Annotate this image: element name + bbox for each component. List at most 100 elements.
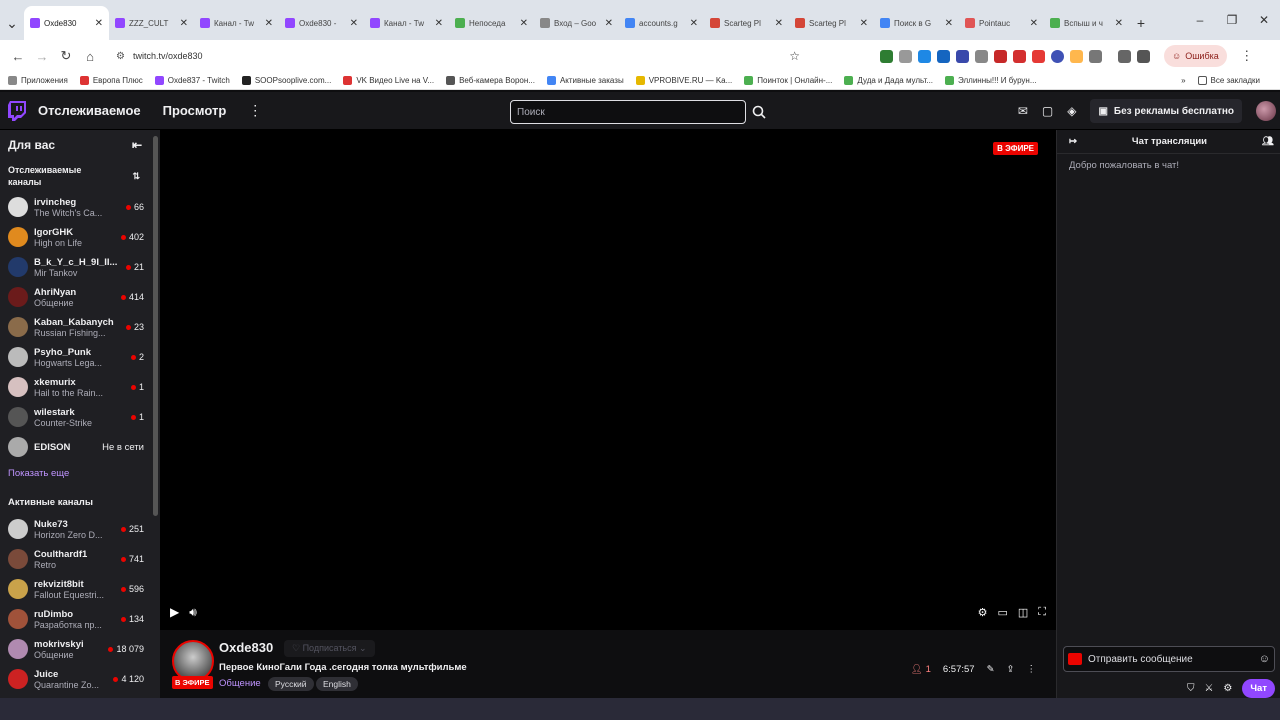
- bookmark-item[interactable]: SOOPsooplive.com...: [241, 76, 331, 85]
- bookmark-item[interactable]: VPROBIVE.RU — Ka...: [635, 76, 732, 85]
- tag-english[interactable]: English: [316, 677, 358, 691]
- channel-item[interactable]: rekvizit8bit Fallout Equestri... 596: [0, 574, 152, 604]
- close-tab-icon[interactable]: ✕: [775, 18, 783, 29]
- site-info-icon[interactable]: ⚙: [116, 51, 125, 62]
- sort-icon[interactable]: ⇅: [132, 171, 140, 182]
- channel-item[interactable]: ruDimbo Разработка пр... 134: [0, 604, 152, 634]
- search-button[interactable]: [748, 100, 770, 124]
- browser-menu-icon[interactable]: ⋮: [1235, 48, 1259, 64]
- collapse-sidebar-icon[interactable]: ⇤: [132, 138, 142, 152]
- share-icon[interactable]: ⇪: [1007, 664, 1015, 675]
- browser-tab[interactable]: Scarteg Pl ✕: [789, 6, 874, 40]
- chat-send-button[interactable]: Чат: [1242, 678, 1275, 698]
- bookmark-item[interactable]: Дуда и Дада мульт...: [844, 76, 933, 85]
- extension-icon[interactable]: [1013, 49, 1026, 63]
- close-tab-icon[interactable]: ✕: [1115, 18, 1123, 29]
- back-icon[interactable]: ←: [6, 49, 30, 64]
- more-options-icon[interactable]: ⋮: [1027, 664, 1037, 675]
- channel-item[interactable]: wilestark Counter-Strike 1: [0, 402, 152, 432]
- channel-item[interactable]: AhriNyan Общение 414: [0, 282, 152, 312]
- show-more-link[interactable]: Показать еще: [0, 462, 152, 491]
- channel-item[interactable]: Nuke73 Horizon Zero D... 251: [0, 514, 152, 544]
- video-player[interactable]: В ЭФИРЕ ▶ 🔊︎ ⚙ ▭ ◫ ⛶: [160, 130, 1056, 630]
- fullscreen-icon[interactable]: ⛶: [1038, 606, 1046, 619]
- browser-tab[interactable]: Pointauc ✕: [959, 6, 1044, 40]
- extension-icon[interactable]: [937, 49, 950, 63]
- chat-message-input[interactable]: Отправить сообщение ☺: [1063, 646, 1275, 672]
- follow-button[interactable]: ♡ Подписаться ⌄: [284, 640, 375, 657]
- extension-icon[interactable]: [880, 49, 893, 63]
- extension-icon[interactable]: [899, 49, 912, 63]
- shield-icon[interactable]: ⛉: [1187, 683, 1195, 694]
- channel-item[interactable]: Juice Quarantine Zo... 4 120: [0, 664, 152, 694]
- theatre-mode-icon[interactable]: ▭: [997, 606, 1007, 619]
- profile-error-button[interactable]: ☺ Ошибка: [1164, 45, 1227, 67]
- extensions-puzzle-icon[interactable]: [1089, 49, 1102, 63]
- close-tab-icon[interactable]: ✕: [945, 18, 953, 29]
- close-tab-icon[interactable]: ✕: [1030, 18, 1038, 29]
- bookmark-item[interactable]: Приложения: [8, 76, 68, 85]
- extension-icon[interactable]: [956, 49, 969, 63]
- close-tab-icon[interactable]: ✕: [350, 18, 358, 29]
- close-tab-icon[interactable]: ✕: [435, 18, 443, 29]
- extension-icon[interactable]: [918, 49, 931, 63]
- close-tab-icon[interactable]: ✕: [180, 18, 188, 29]
- reading-list-icon[interactable]: [1137, 49, 1150, 63]
- bookmark-item[interactable]: Веб-камера Ворон...: [446, 76, 535, 85]
- channel-item[interactable]: mokrivskyi Общение 18 079: [0, 634, 152, 664]
- whispers-icon[interactable]: ▢: [1042, 104, 1053, 118]
- extension-icon[interactable]: [994, 49, 1007, 63]
- tag-russian[interactable]: Русский: [268, 677, 314, 691]
- browser-tab[interactable]: Oxde830 ✕: [24, 6, 109, 40]
- play-icon[interactable]: ▶: [170, 605, 179, 619]
- browser-tab[interactable]: accounts.g ✕: [619, 6, 704, 40]
- close-tab-icon[interactable]: ✕: [95, 18, 103, 29]
- maximize-icon[interactable]: ❐: [1216, 13, 1248, 27]
- minimize-icon[interactable]: –: [1184, 13, 1216, 27]
- browser-tab[interactable]: Oxde830 - ✕: [279, 6, 364, 40]
- record-icon[interactable]: [1068, 653, 1082, 665]
- settings-gear-icon[interactable]: ⚙: [978, 606, 988, 619]
- channel-item[interactable]: Psyho_Punk Hogwarts Lega... 2: [0, 342, 152, 372]
- browser-tab[interactable]: Вход – Goo ✕: [534, 6, 619, 40]
- browser-tab[interactable]: ZZZ_CULT ✕: [109, 6, 194, 40]
- bookmark-item[interactable]: Поинток | Онлайн-...: [744, 76, 832, 85]
- community-icon[interactable]: 👥︎: [1262, 136, 1274, 147]
- scrollbar-thumb[interactable]: [153, 136, 158, 516]
- extension-icon[interactable]: [1051, 49, 1064, 63]
- tab-groups-icon[interactable]: [1118, 49, 1131, 63]
- chat-settings-icon[interactable]: ⚙: [1223, 683, 1232, 694]
- omnibox[interactable]: ⚙ twitch.tv/oxde830 ☆: [108, 43, 808, 69]
- browser-tab[interactable]: Непоседа ✕: [449, 6, 534, 40]
- volume-icon[interactable]: 🔊︎: [189, 605, 197, 620]
- url-text[interactable]: twitch.tv/oxde830: [133, 51, 789, 61]
- sidebar-scrollbar[interactable]: [152, 130, 160, 698]
- browser-tab[interactable]: Канал - Tw ✕: [364, 6, 449, 40]
- stream-category-link[interactable]: Общение: [219, 678, 261, 689]
- close-tab-icon[interactable]: ✕: [265, 18, 273, 29]
- sword-icon[interactable]: ⚔: [1204, 683, 1213, 694]
- all-bookmarks-button[interactable]: Все закладки: [1197, 76, 1260, 85]
- bookmark-item[interactable]: Oxde837 - Twitch: [154, 76, 230, 85]
- close-tab-icon[interactable]: ✕: [605, 18, 613, 29]
- crown-icon[interactable]: ◈: [1067, 104, 1076, 118]
- channel-item-offline[interactable]: EDISON Не в сети: [0, 432, 152, 462]
- inbox-icon[interactable]: ✉: [1018, 104, 1028, 118]
- close-tab-icon[interactable]: ✕: [860, 18, 868, 29]
- channel-item[interactable]: Kaban_Kabanych Russian Fishing... 23: [0, 312, 152, 342]
- extension-icon[interactable]: [975, 49, 988, 63]
- nav-following[interactable]: Отслеживаемое: [38, 103, 141, 118]
- edit-pencil-icon[interactable]: ✎: [987, 664, 995, 675]
- channel-item[interactable]: xkemurix Hail to the Rain... 1: [0, 372, 152, 402]
- close-window-icon[interactable]: ✕: [1248, 13, 1280, 27]
- extension-icon[interactable]: [1032, 49, 1045, 63]
- bookmark-item[interactable]: Активные заказы: [546, 76, 624, 85]
- reload-icon[interactable]: ↻: [54, 48, 78, 64]
- channel-item[interactable]: B_k_Y_c_H_9I_II... Mir Tankov 21: [0, 252, 152, 282]
- more-options-icon[interactable]: ⋮: [248, 102, 262, 119]
- home-icon[interactable]: ⌂: [78, 49, 102, 64]
- emoji-icon[interactable]: ☺: [1259, 653, 1270, 665]
- bookmark-star-icon[interactable]: ☆: [789, 49, 800, 63]
- browser-tab[interactable]: Scarteg Pl ✕: [704, 6, 789, 40]
- twitch-logo-icon[interactable]: [8, 100, 26, 121]
